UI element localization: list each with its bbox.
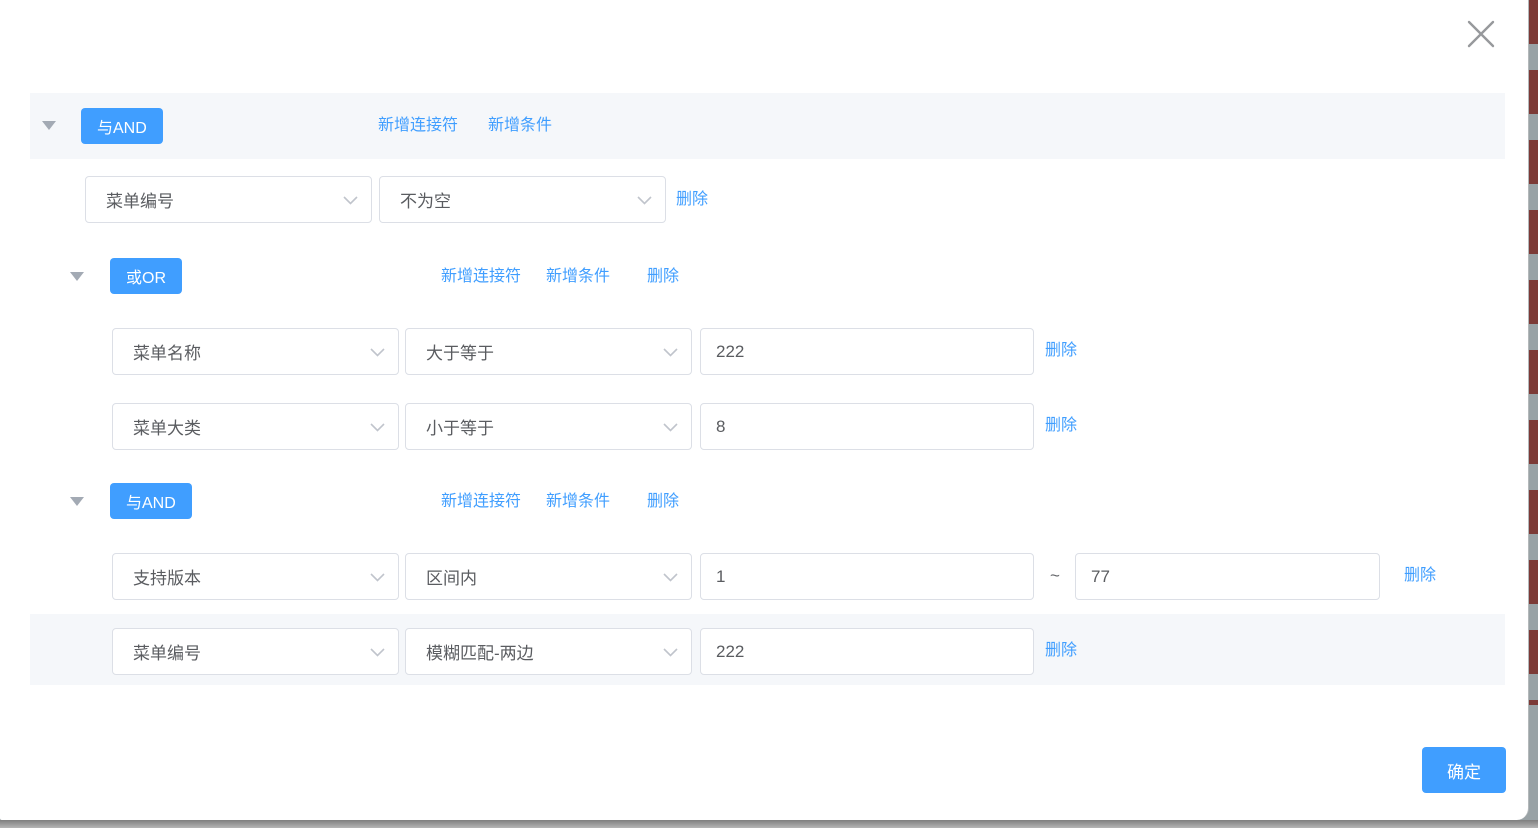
- chevron-down-icon: [663, 348, 678, 357]
- condition4-operator-value: 区间内: [426, 564, 477, 589]
- condition5-operator-value: 模糊匹配-两边: [426, 639, 534, 664]
- condition3-field-select[interactable]: 菜单大类: [112, 403, 399, 450]
- chevron-down-icon: [663, 423, 678, 432]
- condition5-delete-link[interactable]: 删除: [1045, 641, 1077, 661]
- chevron-down-icon: [663, 573, 678, 582]
- page-edge-behind-dialog-bottom: [1528, 705, 1538, 828]
- confirm-button[interactable]: 确定: [1422, 747, 1506, 793]
- page-edge-behind-dialog: [1528, 0, 1538, 705]
- group3-collapse-caret-icon[interactable]: [70, 497, 84, 506]
- chevron-down-icon: [370, 573, 385, 582]
- chevron-down-icon: [663, 648, 678, 657]
- group2-connector-badge[interactable]: 或OR: [110, 258, 182, 294]
- group1-add-condition-link[interactable]: 新增条件: [488, 116, 552, 136]
- condition4-range-to-input[interactable]: [1075, 553, 1380, 600]
- group2-add-condition-link[interactable]: 新增条件: [546, 267, 610, 287]
- condition3-field-value: 菜单大类: [133, 414, 201, 439]
- group3-connector-badge[interactable]: 与AND: [110, 483, 192, 519]
- condition2-delete-link[interactable]: 删除: [1045, 341, 1077, 361]
- close-button[interactable]: [1465, 18, 1497, 50]
- condition5-operator-select[interactable]: 模糊匹配-两边: [405, 628, 692, 675]
- condition3-operator-select[interactable]: 小于等于: [405, 403, 692, 450]
- condition5-value-input[interactable]: [700, 628, 1034, 675]
- condition5-field-value: 菜单编号: [133, 639, 201, 664]
- condition3-value-input[interactable]: [700, 403, 1034, 450]
- condition5-field-select[interactable]: 菜单编号: [112, 628, 399, 675]
- condition3-delete-link[interactable]: 删除: [1045, 416, 1077, 436]
- condition2-field-value: 菜单名称: [133, 339, 201, 364]
- screen: 与AND 新增连接符 新增条件 菜单编号 不为空 删除 或OR 新增连接符 新增…: [0, 0, 1538, 828]
- chevron-down-icon: [370, 348, 385, 357]
- condition3-operator-value: 小于等于: [426, 414, 494, 439]
- condition2-operator-select[interactable]: 大于等于: [405, 328, 692, 375]
- condition2-operator-value: 大于等于: [426, 339, 494, 364]
- condition4-field-select[interactable]: 支持版本: [112, 553, 399, 600]
- range-separator: ~: [1040, 566, 1070, 586]
- query-condition-dialog: 与AND 新增连接符 新增条件 菜单编号 不为空 删除 或OR 新增连接符 新增…: [0, 0, 1529, 820]
- chevron-down-icon: [343, 196, 358, 205]
- condition1-operator-select[interactable]: 不为空: [379, 176, 666, 223]
- condition4-field-value: 支持版本: [133, 564, 201, 589]
- chevron-down-icon: [637, 196, 652, 205]
- group3-delete-link[interactable]: 删除: [647, 492, 679, 512]
- chevron-down-icon: [370, 423, 385, 432]
- condition1-delete-link[interactable]: 删除: [676, 190, 708, 210]
- condition4-delete-link[interactable]: 删除: [1404, 566, 1436, 586]
- group2-collapse-caret-icon[interactable]: [70, 272, 84, 281]
- group1-header-row: [30, 93, 1505, 159]
- condition1-operator-value: 不为空: [400, 187, 451, 212]
- condition4-range-from-input[interactable]: [700, 553, 1034, 600]
- window-bottom-edge: [0, 820, 1538, 828]
- condition4-operator-select[interactable]: 区间内: [405, 553, 692, 600]
- group2-delete-link[interactable]: 删除: [647, 267, 679, 287]
- group3-add-condition-link[interactable]: 新增条件: [546, 492, 610, 512]
- group2-add-connector-link[interactable]: 新增连接符: [441, 267, 521, 287]
- condition2-value-input[interactable]: [700, 328, 1034, 375]
- condition2-field-select[interactable]: 菜单名称: [112, 328, 399, 375]
- group1-collapse-caret-icon[interactable]: [42, 121, 56, 130]
- group1-connector-badge[interactable]: 与AND: [81, 108, 163, 144]
- condition1-field-value: 菜单编号: [106, 187, 174, 212]
- group1-add-connector-link[interactable]: 新增连接符: [378, 116, 458, 136]
- group3-add-connector-link[interactable]: 新增连接符: [441, 492, 521, 512]
- close-icon: [1465, 18, 1497, 50]
- chevron-down-icon: [370, 648, 385, 657]
- condition1-field-select[interactable]: 菜单编号: [85, 176, 372, 223]
